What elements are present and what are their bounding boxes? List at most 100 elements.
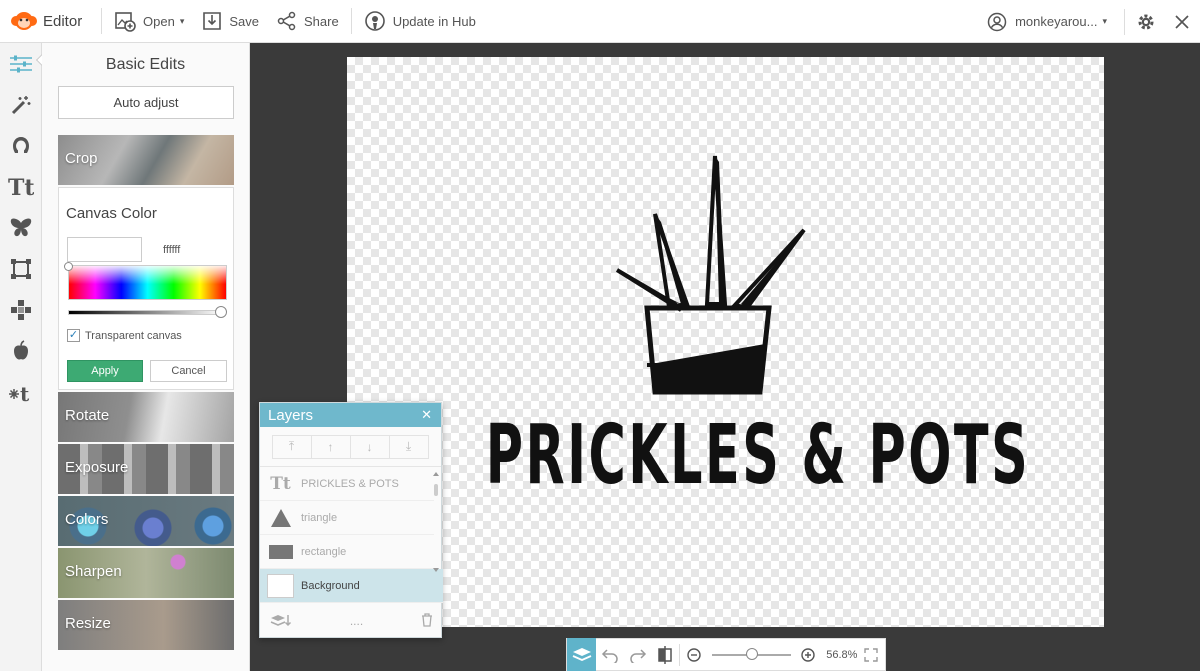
brightness-handle[interactable]	[215, 306, 227, 318]
logo-text[interactable]: PRICKLES & POTS	[486, 415, 1028, 497]
panel-title: Basic Edits	[105, 56, 186, 73]
frames-tab[interactable]	[0, 248, 42, 289]
layers-panel: Layers ✕ ⤒ ↑ ↓ ⤓ Tt PRICKLES & POTS tria…	[259, 402, 443, 638]
textures-tab[interactable]	[0, 289, 42, 330]
layers-toggle-button[interactable]	[567, 638, 597, 671]
share-icon	[277, 11, 296, 31]
layer-label: Background	[301, 579, 360, 592]
zoom-slider-handle[interactable]	[746, 647, 759, 660]
frame-icon	[11, 258, 31, 279]
open-image-icon	[115, 12, 136, 32]
sharpen-tool[interactable]: Sharpen	[58, 548, 234, 598]
layer-item-text[interactable]: Tt PRICKLES & POTS	[260, 467, 434, 501]
close-icon	[1175, 14, 1189, 29]
drag-handle-icon[interactable]: ....	[350, 614, 363, 628]
basic-edits-tab[interactable]	[0, 43, 42, 84]
canvas-color-editor: Canvas Color ffffff ✓ Transparent canvas…	[58, 187, 234, 390]
crop-tool[interactable]: Crop	[58, 135, 234, 185]
cactus-pot-logo[interactable]	[607, 152, 807, 402]
transparent-label: Transparent canvas	[85, 329, 182, 342]
layer-item-triangle[interactable]: triangle	[260, 501, 434, 535]
gear-icon	[1138, 14, 1154, 29]
butterfly-icon	[10, 218, 32, 236]
layer-order-tools: ⤒ ↑ ↓ ⤓	[260, 427, 441, 467]
resize-tool[interactable]: Resize	[58, 600, 234, 650]
snowflake-t-icon: t	[9, 382, 30, 403]
transparent-canvas-option[interactable]: ✓ Transparent canvas	[67, 329, 182, 342]
face-icon	[13, 136, 29, 153]
user-name: monkeyarou...	[1015, 14, 1098, 29]
rectangle-layer-icon	[267, 540, 294, 564]
color-swatch[interactable]	[67, 237, 142, 262]
touch-up-tab[interactable]	[0, 125, 42, 166]
save-button[interactable]: Save	[193, 0, 268, 43]
sharpen-label: Sharpen	[65, 563, 122, 580]
layers-scrollbar[interactable]	[433, 472, 439, 572]
layer-item-rectangle[interactable]: rectangle	[260, 535, 434, 569]
layer-item-background[interactable]: Background	[260, 569, 443, 603]
bring-to-front-button[interactable]: ⤒	[271, 434, 312, 459]
hex-value[interactable]: ffffff	[163, 244, 180, 256]
undo-button[interactable]	[596, 638, 624, 671]
compare-button[interactable]	[652, 638, 680, 671]
zoom-out-icon	[687, 647, 701, 662]
exposure-tool[interactable]: Exposure	[58, 444, 234, 494]
redo-button[interactable]	[624, 638, 652, 671]
layer-label: triangle	[301, 511, 338, 524]
close-icon[interactable]: ✕	[421, 407, 432, 423]
layers-footer: ....	[260, 605, 443, 637]
svg-text:t: t	[20, 382, 30, 403]
effects-tab[interactable]	[0, 84, 42, 125]
zoom-in-button[interactable]	[795, 638, 823, 671]
layers-stack-menu-icon[interactable]	[270, 613, 292, 630]
tool-category-bar: Tt t	[0, 43, 42, 671]
send-backward-button[interactable]: ↓	[349, 434, 390, 459]
save-label: Save	[229, 13, 259, 29]
share-button[interactable]: Share	[268, 0, 348, 43]
background-layer-thumbnail	[267, 573, 294, 598]
settings-button[interactable]	[1128, 0, 1164, 43]
chevron-down-icon: ▾	[179, 15, 185, 26]
overlays-tab[interactable]	[0, 207, 42, 248]
crop-label: Crop	[65, 150, 98, 167]
colors-tool[interactable]: Colors	[58, 496, 234, 546]
themes-tab[interactable]: t	[0, 371, 42, 412]
open-button[interactable]: Open ▾	[105, 0, 193, 43]
rotate-tool[interactable]: Rotate	[58, 392, 234, 442]
seasonal-tab[interactable]	[0, 330, 42, 371]
layers-icon	[572, 647, 592, 661]
layer-label: PRICKLES & POTS	[301, 477, 399, 490]
brightness-slider[interactable]	[68, 310, 223, 315]
open-label: Open	[143, 13, 175, 29]
fit-screen-button[interactable]	[857, 638, 885, 671]
undo-icon	[602, 648, 618, 663]
close-editor-button[interactable]	[1164, 0, 1200, 43]
send-to-back-button[interactable]: ⤓	[388, 434, 429, 459]
bring-forward-button[interactable]: ↑	[310, 434, 351, 459]
compare-icon	[658, 645, 673, 664]
text-layer-icon: Tt	[270, 473, 291, 494]
layers-header[interactable]: Layers ✕	[260, 403, 441, 427]
zoom-out-button[interactable]	[680, 638, 708, 671]
auto-adjust-button[interactable]: Auto adjust	[58, 86, 234, 119]
bottom-toolbar: 56.8%	[566, 638, 886, 671]
text-tab[interactable]: Tt	[0, 166, 42, 207]
hub-podcast-icon	[364, 11, 385, 31]
transparent-checkbox[interactable]: ✓	[67, 329, 80, 342]
user-menu[interactable]: monkeyarou... ▾	[977, 12, 1121, 32]
editing-canvas[interactable]: PRICKLES & POTS	[347, 57, 1104, 627]
app-brand[interactable]: Editor	[0, 0, 98, 43]
zoom-in-icon	[801, 647, 816, 662]
zoom-slider[interactable]	[711, 647, 791, 660]
spectrum-handle[interactable]	[64, 262, 73, 271]
toolbar-divider	[350, 8, 352, 34]
cancel-button[interactable]: Cancel	[150, 360, 227, 382]
apply-button[interactable]: Apply	[67, 360, 143, 382]
toolbar-divider	[101, 8, 102, 34]
trash-icon[interactable]	[421, 612, 433, 630]
color-spectrum[interactable]	[68, 265, 227, 300]
exposure-label: Exposure	[65, 459, 129, 476]
triangle-layer-icon	[267, 506, 294, 530]
update-in-hub-button[interactable]: Update in Hub	[355, 0, 485, 43]
chevron-down-icon: ▾	[1102, 16, 1107, 26]
